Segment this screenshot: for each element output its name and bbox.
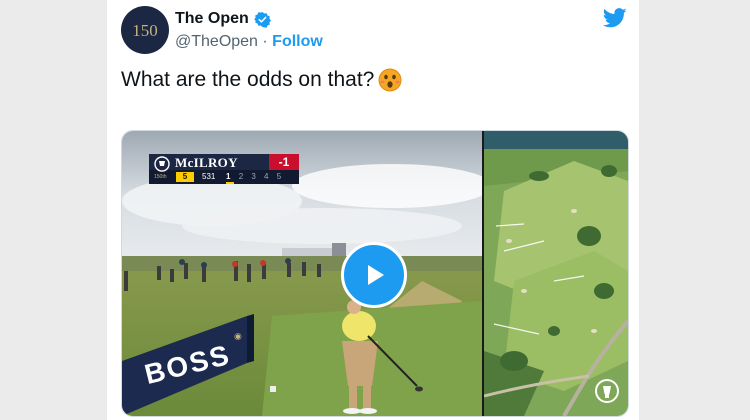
golf-tee-shot-image: ◉ 150th McILROY -1 5 531 1 2 3 4 5 BOSS xyxy=(122,131,482,416)
tweet-text-content: What are the odds on that? xyxy=(121,68,375,91)
twitter-bird-icon[interactable] xyxy=(603,8,627,28)
handle-row: @TheOpen · Follow xyxy=(175,33,323,51)
play-button[interactable] xyxy=(341,242,407,308)
hole-par: 5 xyxy=(176,172,194,182)
separator-dot: · xyxy=(257,33,273,50)
tweet-card: 150 The Open @TheOpen · Follow What are … xyxy=(107,0,639,420)
name-row: The Open xyxy=(175,10,271,28)
player-scoreboard: 150th McILROY -1 5 531 1 2 3 4 5 xyxy=(149,154,299,184)
player-name: McILROY xyxy=(175,155,238,170)
hole-yardage: 531 xyxy=(202,172,216,181)
svg-text:◉: ◉ xyxy=(234,331,242,341)
current-shot-indicator xyxy=(226,182,234,184)
verified-badge-icon xyxy=(253,11,271,28)
tweet-text: What are the odds on that? xyxy=(121,68,402,92)
remaining-shots: 2 3 4 5 xyxy=(238,172,285,181)
play-icon xyxy=(368,265,384,285)
follow-button[interactable]: Follow xyxy=(272,33,323,50)
scoreboard-badge: 150th xyxy=(154,174,167,180)
claret-jug-watermark-icon xyxy=(595,379,619,403)
aerial-course-map xyxy=(484,131,628,416)
avatar[interactable]: 150 xyxy=(121,6,169,54)
video-media[interactable]: ◉ 150th McILROY -1 5 531 1 2 3 4 5 BOSS xyxy=(121,130,629,417)
svg-text:150: 150 xyxy=(132,21,158,40)
shot-counter: 1 2 3 4 5 xyxy=(226,171,284,183)
handle[interactable]: @TheOpen xyxy=(175,33,258,50)
display-name[interactable]: The Open xyxy=(175,10,249,28)
current-shot: 1 xyxy=(226,172,234,181)
aerial-course-view xyxy=(484,131,628,416)
player-score: -1 xyxy=(269,154,299,170)
astonished-face-emoji xyxy=(378,68,402,92)
the-open-150-logo: 150 xyxy=(124,9,166,51)
